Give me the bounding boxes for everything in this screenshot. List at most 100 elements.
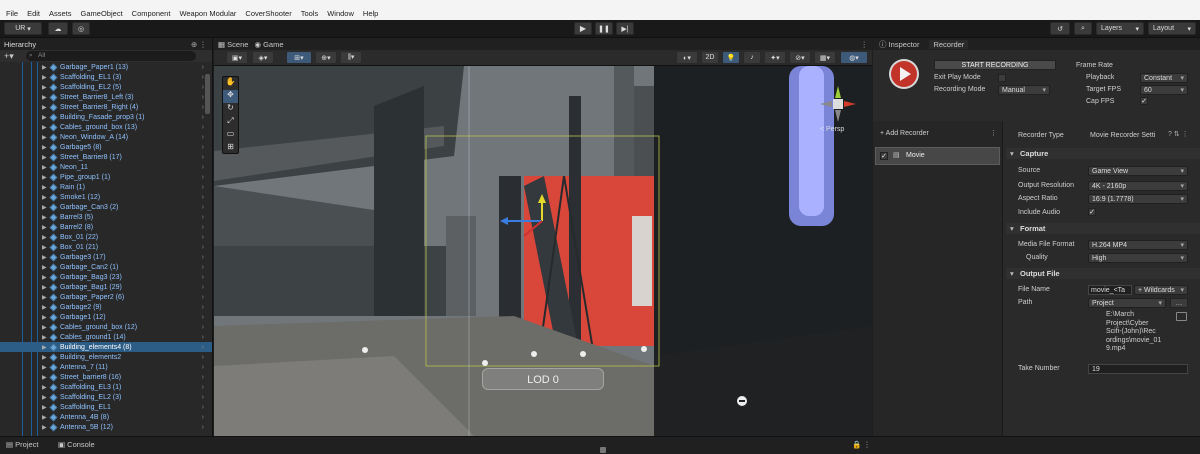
scene-viewport[interactable]: ✋ ✥ ↻ ⤢ ▭ ⊞ < Persp LOD 0 — [214, 66, 872, 436]
expand-arrow-icon[interactable]: ▶ — [42, 74, 47, 81]
folder-icon[interactable] — [1176, 312, 1187, 321]
hierarchy-item[interactable]: ▶ Building_Fasade_prop3 (1) › — [0, 112, 212, 122]
expand-arrow-icon[interactable]: ▶ — [42, 334, 47, 341]
chevron-right-icon[interactable]: › — [202, 404, 204, 411]
effects-icon[interactable]: ✦▾ — [764, 51, 786, 64]
expand-arrow-icon[interactable]: ▶ — [42, 414, 47, 421]
tab-game[interactable]: ◉ Game — [254, 40, 283, 49]
hierarchy-item[interactable]: ▶ Scaffolding_EL2 (3) › — [0, 392, 212, 402]
collab-icon[interactable]: ◎ — [72, 22, 90, 35]
hierarchy-item[interactable]: ▶ Garbage5 (8) › — [0, 142, 212, 152]
tab-inspector[interactable]: ⓘ Inspector — [879, 39, 919, 50]
menu-assets[interactable]: Assets — [49, 9, 72, 18]
chevron-right-icon[interactable]: › — [202, 304, 204, 311]
hierarchy-item[interactable]: ▶ Antenna_7 (11) › — [0, 362, 212, 372]
chevron-right-icon[interactable]: › — [202, 284, 204, 291]
recorder-menu-icon[interactable]: ⋮ — [990, 129, 997, 137]
hierarchy-item[interactable]: ▶ Cables_ground_box (12) › — [0, 322, 212, 332]
chevron-right-icon[interactable]: › — [202, 394, 204, 401]
output-file-section-header[interactable]: Output File — [1006, 268, 1200, 279]
expand-arrow-icon[interactable]: ▶ — [42, 274, 47, 281]
target-fps-dropdown[interactable]: 60 — [1140, 85, 1188, 95]
chevron-right-icon[interactable]: › — [202, 384, 204, 391]
expand-arrow-icon[interactable]: ▶ — [42, 154, 47, 161]
hierarchy-item[interactable]: ▶ Antenna_4B (8) › — [0, 412, 212, 422]
scale-tool-icon[interactable]: ⤢ — [223, 116, 238, 129]
persp-label[interactable]: < Persp — [820, 126, 844, 133]
exit-play-mode-checkbox[interactable] — [998, 74, 1006, 82]
rect-tool-icon[interactable]: ▭ — [223, 129, 238, 142]
expand-arrow-icon[interactable]: ▶ — [42, 84, 47, 91]
hidden-objects-icon[interactable]: ⊘▾ — [789, 51, 811, 64]
rotate-tool-icon[interactable]: ↻ — [223, 103, 238, 116]
chevron-right-icon[interactable]: › — [202, 374, 204, 381]
expand-arrow-icon[interactable]: ▶ — [42, 104, 47, 111]
recorder-enabled-checkbox[interactable]: ✓ — [880, 152, 888, 160]
draw-mode-icon[interactable]: ▣▾ — [226, 51, 248, 64]
hierarchy-item[interactable]: ▶ Box_01 (21) › — [0, 242, 212, 252]
capture-section-header[interactable]: Capture — [1006, 148, 1200, 159]
expand-arrow-icon[interactable]: ▶ — [42, 234, 47, 241]
record-button[interactable] — [889, 59, 919, 89]
chevron-right-icon[interactable]: › — [202, 294, 204, 301]
chevron-right-icon[interactable]: › — [202, 354, 204, 361]
take-number-input[interactable]: 19 — [1088, 364, 1188, 374]
hierarchy-item[interactable]: ▶ Street_Barrier8_Left (3) › — [0, 92, 212, 102]
chevron-right-icon[interactable]: › — [202, 184, 204, 191]
add-icon[interactable]: +▾ — [4, 51, 14, 62]
hierarchy-search-input[interactable]: ⌕ All — [26, 51, 196, 61]
hierarchy-item[interactable]: ▶ Garbage_Paper1 (13) › — [0, 62, 212, 72]
hierarchy-item[interactable]: ▶ Garbage_Can3 (2) › — [0, 202, 212, 212]
expand-arrow-icon[interactable]: ▶ — [42, 174, 47, 181]
hierarchy-item[interactable]: ▶ Garbage_Paper2 (6) › — [0, 292, 212, 302]
hierarchy-item[interactable]: ▶ Cables_ground_box (13) › — [0, 122, 212, 132]
transform-tool-icon[interactable]: ⊞ — [223, 142, 238, 155]
expand-arrow-icon[interactable]: ▶ — [42, 324, 47, 331]
globe-icon[interactable]: ◍▾ — [840, 51, 868, 64]
tab-console[interactable]: ▣ Console — [58, 440, 95, 449]
grid-snap-icon[interactable]: ⊕▾ — [315, 51, 337, 64]
panel-menu-icon[interactable]: ⋮ — [861, 40, 869, 49]
chevron-right-icon[interactable]: › — [202, 264, 204, 271]
hierarchy-item[interactable]: ▶ Scaffolding_EL3 (1) › — [0, 382, 212, 392]
hierarchy-item[interactable]: ▶ Scaffolding_EL2 (5) › — [0, 82, 212, 92]
aspect-ratio-dropdown[interactable]: 16:9 (1.7778) — [1088, 194, 1188, 204]
output-resolution-dropdown[interactable]: 4K - 2160p — [1088, 181, 1188, 191]
hierarchy-item[interactable]: ▶ Antenna_5B (12) › — [0, 422, 212, 432]
chevron-right-icon[interactable]: › — [202, 314, 204, 321]
menu-window[interactable]: Window — [327, 9, 354, 18]
media-file-format-dropdown[interactable]: H.264 MP4 — [1088, 240, 1188, 250]
chevron-right-icon[interactable]: › — [202, 334, 204, 341]
expand-arrow-icon[interactable]: ▶ — [42, 184, 47, 191]
quality-dropdown[interactable]: High — [1088, 253, 1188, 263]
expand-arrow-icon[interactable]: ▶ — [42, 254, 47, 261]
expand-arrow-icon[interactable]: ▶ — [42, 64, 47, 71]
expand-arrow-icon[interactable]: ▶ — [42, 164, 47, 171]
history-icon[interactable]: ↺ — [1050, 22, 1070, 35]
chevron-right-icon[interactable]: › — [202, 214, 204, 221]
hierarchy-item[interactable]: ▶ Box_01 (22) › — [0, 232, 212, 242]
hand-tool-icon[interactable]: ✋ — [223, 77, 238, 90]
expand-arrow-icon[interactable]: ▶ — [42, 114, 47, 121]
chevron-right-icon[interactable]: › — [202, 204, 204, 211]
start-recording-button[interactable]: START RECORDING — [934, 60, 1056, 70]
hierarchy-item[interactable]: ▶ Neon_Window_A (14) › — [0, 132, 212, 142]
expand-arrow-icon[interactable]: ▶ — [42, 224, 47, 231]
chevron-right-icon[interactable]: › — [202, 124, 204, 131]
gizmos-icon[interactable]: ▦▾ — [814, 51, 836, 64]
mode-2d-button[interactable]: 2D — [701, 51, 719, 64]
tab-recorder[interactable]: Recorder — [929, 39, 969, 49]
chevron-right-icon[interactable]: › — [202, 364, 204, 371]
hierarchy-item[interactable]: ▶ Neon_11 › — [0, 162, 212, 172]
move-tool-icon[interactable]: ✥ — [223, 90, 238, 103]
lock-icon[interactable]: 🔒 ⋮ — [852, 440, 871, 449]
chevron-right-icon[interactable]: › — [202, 154, 204, 161]
step-button[interactable]: ▶| — [616, 22, 634, 35]
chevron-right-icon[interactable]: › — [202, 174, 204, 181]
hierarchy-item[interactable]: ▶ Building_elements4 (8) › — [0, 342, 212, 352]
chevron-right-icon[interactable]: › — [202, 104, 204, 111]
chevron-right-icon[interactable]: › — [202, 224, 204, 231]
play-button[interactable]: ▶ — [574, 22, 592, 35]
expand-arrow-icon[interactable]: ▶ — [42, 314, 47, 321]
hierarchy-item[interactable]: ▶ Street_Barrier8_Right (4) › — [0, 102, 212, 112]
